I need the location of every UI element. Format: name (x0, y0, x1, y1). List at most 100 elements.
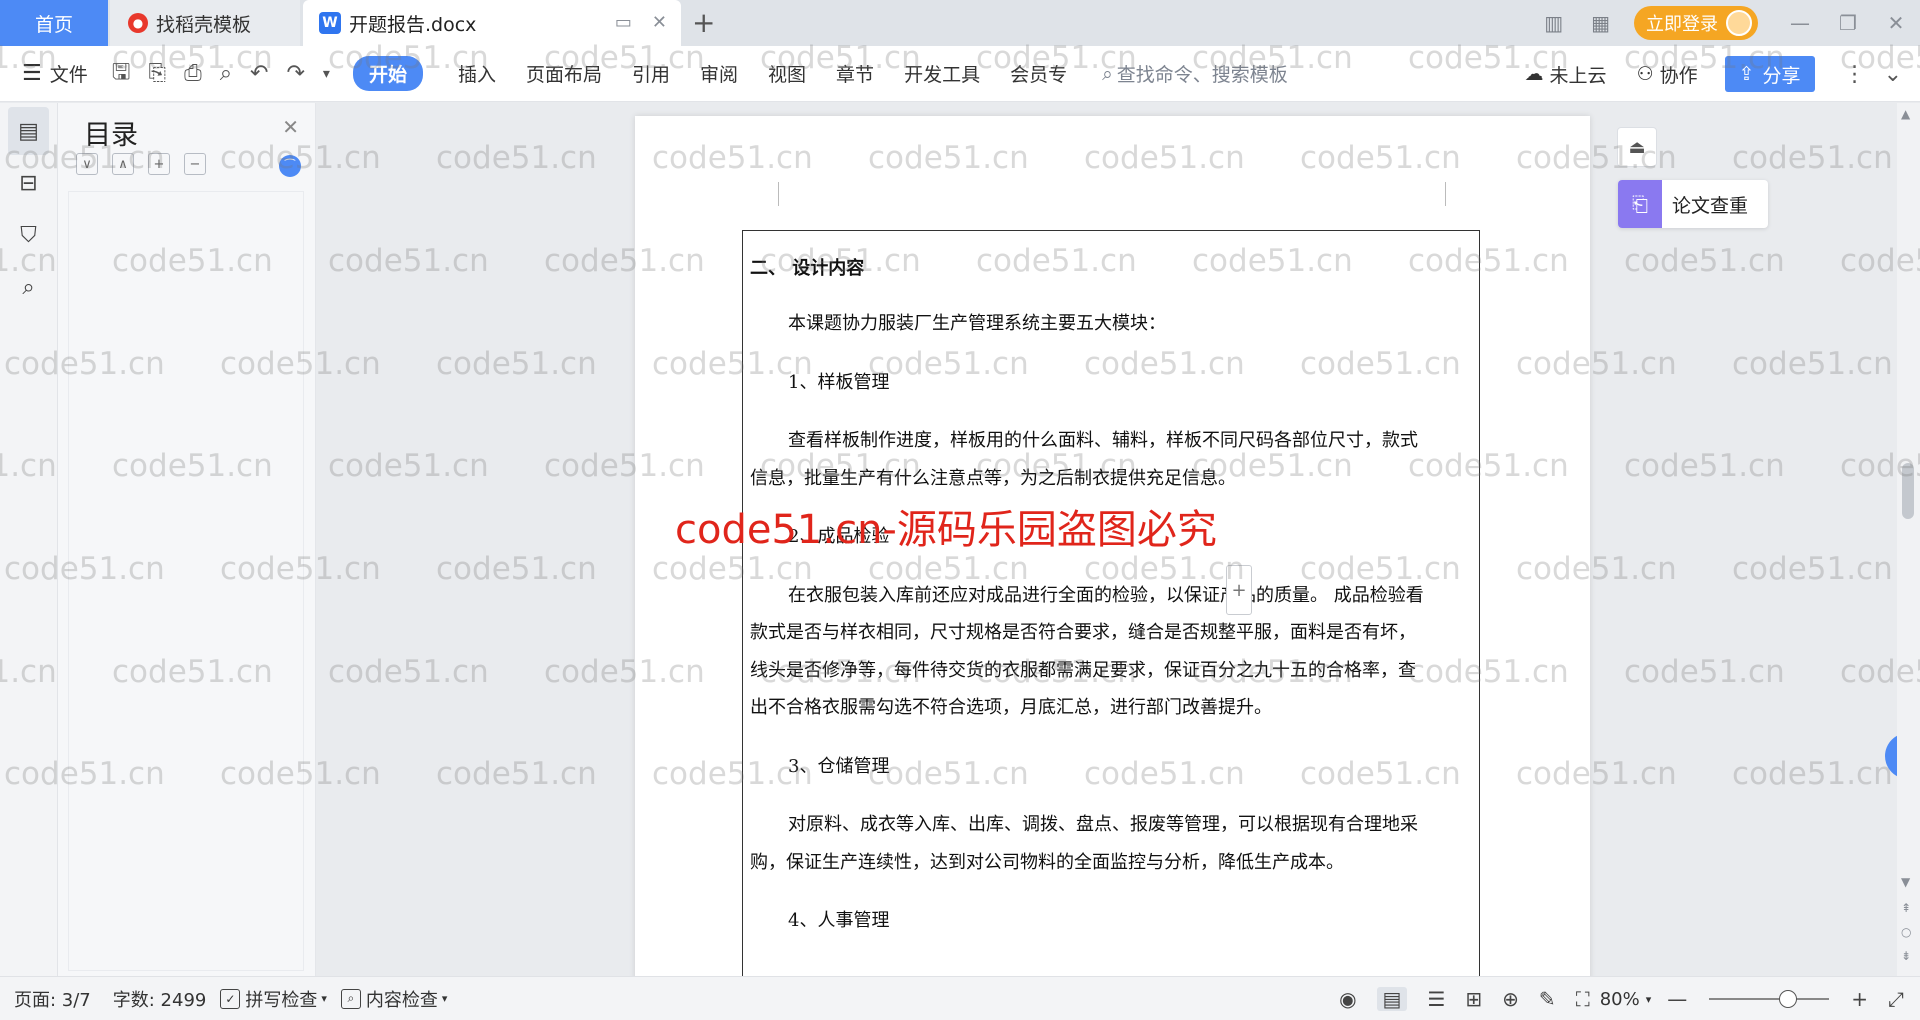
document-check-icon: ⎗ (1618, 180, 1662, 228)
document-canvas: 二、 设计内容 本课题协力服装厂生产管理系统主要五大模块： 1、样板管理 查看样… (317, 103, 1900, 976)
collapse-toolbar-icon[interactable]: ⏏ (1617, 127, 1657, 167)
zoom-in-icon[interactable]: + (1851, 987, 1868, 1011)
toc-nav-icon[interactable]: ▤ (8, 107, 49, 155)
fullscreen-icon[interactable]: ⤢ (1888, 987, 1904, 1011)
cloud-status-label: 未上云 (1549, 64, 1607, 87)
reading-view-icon[interactable]: ⊞ (1465, 987, 1482, 1011)
eye-protection-icon[interactable]: ◉ (1339, 987, 1356, 1011)
monitor-icon[interactable]: ▭ (615, 12, 632, 33)
tab-insert[interactable]: 插入 (458, 60, 496, 87)
zoom-level[interactable]: 80% (1600, 989, 1640, 1010)
subheading: 3、仓储管理 (788, 755, 890, 777)
tab-reference[interactable]: 引用 (632, 60, 670, 87)
tab-view[interactable]: 视图 (768, 60, 806, 87)
outline-view-icon[interactable]: ☰ (1427, 987, 1445, 1011)
add-block-button[interactable]: + (1226, 565, 1252, 615)
tab-chapter[interactable]: 章节 (836, 60, 874, 87)
paragraph-line: 线头是否修净等，每件待交货的衣服都需满足要求，保证百分之九十五的合格率，查 (750, 659, 1416, 681)
word-count[interactable]: 字数: 2499 (113, 986, 207, 1012)
share-button[interactable]: ⇪ 分享 (1724, 56, 1815, 92)
print-icon[interactable]: ⎙ (184, 61, 202, 86)
tab-member[interactable]: 会员专 (1010, 60, 1067, 87)
plagiarism-check-label: 论文查重 (1672, 194, 1749, 217)
cloud-status[interactable]: ☁ 未上云 (1525, 61, 1607, 88)
close-window-icon[interactable]: ✕ (1872, 11, 1920, 35)
content-check-label: 内容检查 (365, 989, 438, 1011)
cloud-icon: ☁ (1524, 63, 1544, 85)
collaborate-button[interactable]: ⚇ 协作 (1637, 61, 1698, 88)
share-icon: ⇪ (1738, 63, 1755, 85)
remove-level-icon[interactable]: − (184, 153, 206, 175)
vertical-scrollbar[interactable]: ▲ ▼ ⇞ ○ ⇟ (1897, 103, 1920, 976)
undo-icon[interactable]: ↶ (250, 61, 268, 86)
scrollbar-thumb[interactable] (1902, 463, 1914, 519)
crop-mark (1445, 182, 1446, 206)
ribbon: ☰ 文件 🖫 ⎘ ⎙ ⌕ ↶ ↷ ▾ 开始 插入 页面布局 引用 审阅 视图 章… (0, 46, 1920, 102)
save-icon[interactable]: 🖫 (112, 55, 131, 93)
chevron-down-icon[interactable]: ▾ (323, 66, 330, 82)
zoom-slider-knob[interactable] (1779, 990, 1798, 1008)
web-view-icon[interactable]: ⊕ (1502, 987, 1519, 1011)
plagiarism-check-button[interactable]: ⎗ 论文查重 (1618, 180, 1768, 228)
scroll-up-icon[interactable]: ▲ (1901, 107, 1910, 121)
tab-page-layout[interactable]: 页面布局 (526, 60, 602, 87)
expand-down-icon[interactable]: ∨ (76, 153, 98, 175)
layout-icon[interactable]: ▥ (1544, 11, 1563, 35)
subheading: 4、人事管理 (788, 910, 890, 931)
tab-templates[interactable]: ● 找稻壳模板 (110, 0, 300, 46)
crop-mark (778, 182, 779, 206)
collapse-ribbon-icon[interactable]: ⌄ (1884, 62, 1902, 87)
search-icon: ⌕ (1102, 62, 1113, 85)
command-search[interactable]: ⌕ 查找命令、搜索模板 (1102, 60, 1288, 87)
fit-page-icon[interactable]: ⛶ (1576, 987, 1590, 1011)
page-down-icon[interactable]: ⇟ (1901, 949, 1911, 963)
tab-document[interactable]: W 开题报告.docx ▭ ✕ (303, 0, 681, 46)
content-check-button[interactable]: ⌕ 内容检查 ▾ (340, 986, 448, 1012)
zoom-out-icon[interactable]: — (1667, 987, 1687, 1011)
chevron-down-icon: ▾ (441, 992, 448, 1005)
chevron-down-icon: ▾ (321, 992, 327, 1005)
search-icon[interactable]: ⌕ (8, 263, 49, 311)
minimize-icon[interactable]: — (1776, 11, 1824, 35)
tab-developer[interactable]: 开发工具 (904, 60, 980, 87)
restore-icon[interactable]: ❐ (1824, 11, 1872, 35)
page-up-icon[interactable]: ⇞ (1901, 901, 1911, 915)
close-tab-icon[interactable]: ✕ (652, 12, 667, 33)
new-tab-button[interactable]: + (692, 6, 715, 39)
tab-home[interactable]: 首页 (0, 0, 108, 46)
document-body[interactable]: 二、 设计内容 本课题协力服装厂生产管理系统主要五大模块： 1、样板管理 查看样… (750, 228, 1474, 940)
tab-review[interactable]: 审阅 (700, 60, 738, 87)
write-mode-icon[interactable]: ✎ (1539, 987, 1556, 1011)
content-check-icon: ⌕ (340, 988, 361, 1009)
more-icon[interactable]: ⋮ (1844, 62, 1866, 87)
document-page[interactable]: 二、 设计内容 本课题协力服装厂生产管理系统主要五大模块： 1、样板管理 查看样… (635, 116, 1590, 976)
tab-start[interactable]: 开始 (352, 56, 423, 91)
print-preview-icon[interactable]: ⌕ (220, 61, 232, 86)
select-browse-icon[interactable]: ○ (1901, 925, 1911, 939)
add-level-icon[interactable]: + (148, 153, 170, 175)
toc-panel: 目录 ✕ ∨ ∧ + − ⁀ (58, 103, 316, 976)
paragraph-line: 对原料、成衣等入库、出库、调拨、盘点、报废等管理，可以根据现有合理地采 (788, 814, 1418, 835)
toc-list (68, 191, 304, 971)
ai-assistant-icon[interactable]: ⁀ (279, 155, 301, 177)
file-menu[interactable]: ☰ 文件 (22, 60, 88, 87)
close-icon[interactable]: ✕ (282, 115, 299, 139)
bookmark-icon[interactable]: ⛉ (8, 211, 49, 259)
page-view-icon[interactable]: ▤ (1376, 987, 1408, 1011)
nav-pane-icon[interactable]: ⊟ (8, 159, 49, 207)
chevron-down-icon[interactable]: ▾ (1646, 993, 1652, 1006)
page-indicator[interactable]: 页面: 3/7 (14, 986, 91, 1012)
export-pdf-icon[interactable]: ⎘ (149, 61, 167, 86)
avatar (1726, 10, 1752, 36)
collapse-up-icon[interactable]: ∧ (112, 153, 134, 175)
title-bar: 首页 ● 找稻壳模板 W 开题报告.docx ▭ ✕ + ▥ ▦ 立即登录 — … (0, 0, 1920, 46)
redo-icon[interactable]: ↷ (286, 61, 304, 86)
paragraph-line: 购，保证生产连续性，达到对公司物料的全面监控与分析，降低生产成本。 (750, 851, 1344, 873)
apps-grid-icon[interactable]: ▦ (1591, 11, 1610, 35)
zoom-slider[interactable] (1709, 990, 1830, 1008)
left-nav: ▤ ⊟ ⛉ ⌕ (0, 103, 58, 976)
spell-check-button[interactable]: ✓ 拼写检查 ▾ (220, 986, 327, 1012)
login-button[interactable]: 立即登录 (1634, 6, 1758, 40)
tab-home-label: 首页 (34, 13, 73, 36)
scroll-down-icon[interactable]: ▼ (1901, 875, 1910, 889)
